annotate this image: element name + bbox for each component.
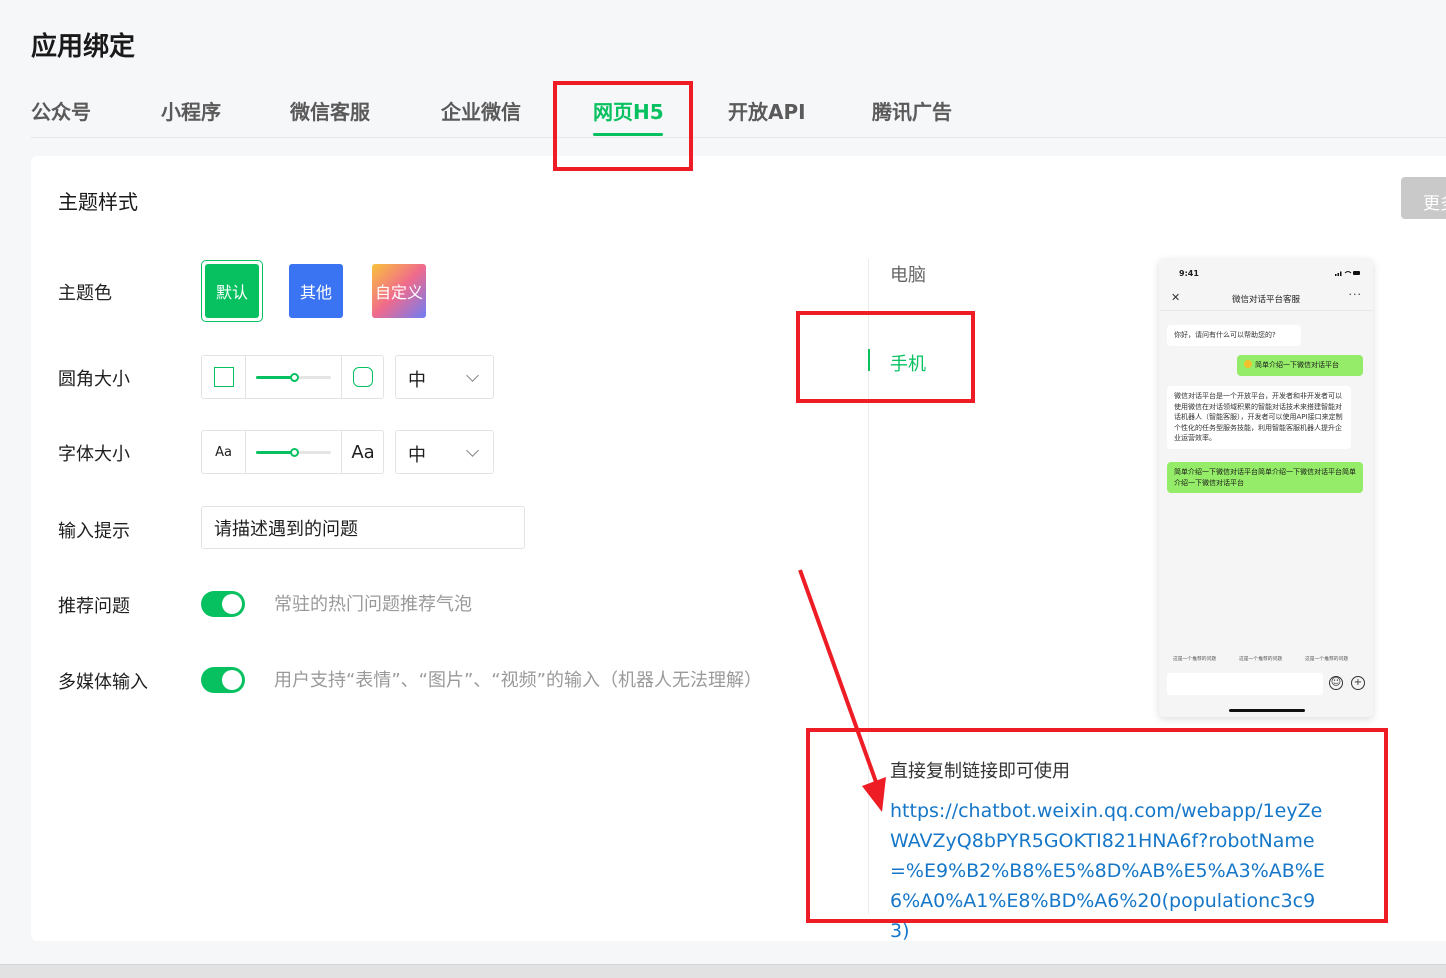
more-dots-icon: ··· <box>1348 288 1362 301</box>
more-button[interactable]: 更多 <box>1401 177 1446 219</box>
chat-bubble-user: 简单介绍一下微信对话平台 <box>1237 355 1363 376</box>
phone-time: 9:41 <box>1179 269 1199 278</box>
theme-color-label: 主题色 <box>58 283 112 304</box>
corner-square-button[interactable] <box>202 356 245 398</box>
annotation-box-tab <box>553 81 693 171</box>
square-corner-icon <box>213 367 234 387</box>
theme-option-default[interactable]: 默认 <box>205 264 259 318</box>
font-size-control: Aa Aa <box>201 430 384 474</box>
tab-wechat-service[interactable]: 微信客服 <box>290 96 370 125</box>
multimedia-label: 多媒体输入 <box>58 672 148 693</box>
corner-slider-knob[interactable] <box>289 373 299 382</box>
recommend-chip: 这是一个推荐的问题 <box>1305 657 1349 662</box>
multimedia-hint: 用户支持“表情”、“图片”、“视频”的输入（机器人无法理解） <box>274 670 762 691</box>
chevron-down-icon <box>466 444 479 457</box>
plus-icon: + <box>1351 676 1365 690</box>
tab-bar: 公众号 小程序 微信客服 企业微信 网页H5 开放API 腾讯广告 <box>31 82 1446 138</box>
phone-input-box <box>1167 673 1323 695</box>
tab-mini-program[interactable]: 小程序 <box>161 96 221 125</box>
phone-home-indicator <box>1229 709 1305 712</box>
font-slider-knob[interactable] <box>289 448 299 457</box>
tab-open-api[interactable]: 开放API <box>728 96 806 125</box>
tab-work-wechat[interactable]: 企业微信 <box>441 96 521 125</box>
font-small-button[interactable]: Aa <box>202 431 245 473</box>
round-corner-icon <box>353 367 373 387</box>
font-size-label: 字体大小 <box>58 444 130 465</box>
corner-radius-label: 圆角大小 <box>58 369 130 390</box>
corner-radius-slider[interactable] <box>246 356 341 398</box>
corner-round-button[interactable] <box>342 356 384 398</box>
recommend-toggle[interactable] <box>201 591 245 617</box>
chat-bubble-user-text: 简单介绍一下微信对话平台 <box>1255 361 1339 369</box>
font-size-slider[interactable] <box>246 431 341 473</box>
annotation-arrow <box>798 569 886 812</box>
page-title: 应用绑定 <box>31 32 136 62</box>
section-title: 主题样式 <box>58 190 138 214</box>
theme-option-custom[interactable]: 自定义 <box>372 264 426 318</box>
corner-radius-value: 中 <box>408 370 426 391</box>
font-size-value: 中 <box>408 445 426 466</box>
corner-radius-select[interactable]: 中 <box>395 355 494 399</box>
font-large-button[interactable]: Aa <box>342 431 384 473</box>
chat-bubble-bot: 微信对话平台是一个开放平台，开发者和非开发者可以使用微信在对话领域积累的智能对话… <box>1167 386 1351 449</box>
phone-chat-title: 微信对话平台客服 <box>1231 295 1300 305</box>
font-size-select[interactable]: 中 <box>395 430 494 474</box>
phone-nav-bar: ✕ 微信对话平台客服 ··· <box>1159 287 1373 311</box>
emoji-icon: ☺ <box>1329 676 1343 690</box>
annotation-box-mobile <box>796 311 975 403</box>
recommend-hint: 常驻的热门问题推荐气泡 <box>274 594 472 615</box>
recommend-label: 推荐问题 <box>58 596 130 617</box>
chat-bubble-user: 简单介绍一下微信对话平台简单介绍一下微信对话平台简单介绍一下微信对话平台 <box>1167 462 1363 493</box>
input-hint-label: 输入提示 <box>58 521 130 542</box>
recommend-chip: 这是一个推荐的问题 <box>1239 657 1283 662</box>
bottom-bar <box>0 964 1446 978</box>
tab-tencent-ads[interactable]: 腾讯广告 <box>872 96 952 125</box>
signal-battery-icon <box>1335 271 1360 276</box>
input-hint-field[interactable] <box>201 506 525 549</box>
tab-official-account[interactable]: 公众号 <box>31 96 91 125</box>
chevron-down-icon <box>466 369 479 382</box>
chat-bubble-bot: 你好，请问有什么可以帮助您的? <box>1167 325 1301 346</box>
theme-option-other[interactable]: 其他 <box>289 264 343 318</box>
recommend-chip: 这是一个推荐的问题 <box>1173 657 1217 662</box>
multimedia-toggle[interactable] <box>201 667 245 693</box>
corner-radius-control <box>201 355 384 399</box>
smile-emoji-icon <box>1244 360 1252 368</box>
phone-status-bar: 9:41 <box>1159 259 1373 287</box>
device-option-desktop[interactable]: 电脑 <box>890 261 926 287</box>
phone-preview: 9:41 ✕ 微信对话平台客服 ··· 你好，请问有什么可以帮助您的? 简单介绍… <box>1159 259 1373 717</box>
